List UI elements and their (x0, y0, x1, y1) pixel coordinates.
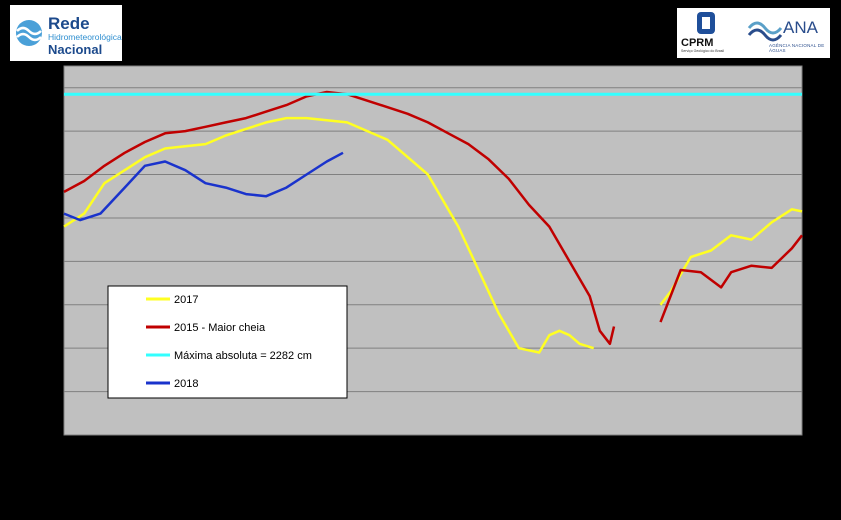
legend-label-1: 2015 - Maior cheia (174, 322, 266, 334)
legend-label-0: 2017 (174, 294, 198, 306)
legend-label-2: Máxima absoluta = 2282 cm (174, 350, 312, 362)
legend-box (107, 285, 348, 399)
river-level-chart: 2017 2015 - Maior cheia Máxima absoluta = … (63, 65, 803, 436)
legend: 2017 2015 - Maior cheia Máxima absoluta = … (107, 285, 348, 399)
legend-label-3: 2018 (174, 378, 198, 390)
